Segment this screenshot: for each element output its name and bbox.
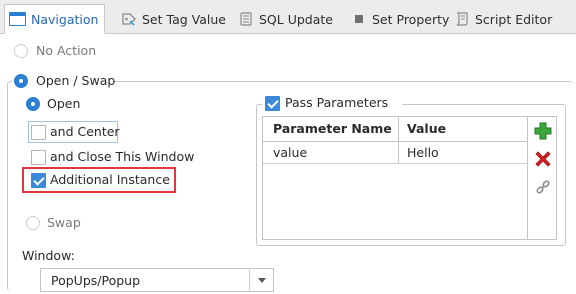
property-icon xyxy=(351,11,367,27)
open-radio[interactable] xyxy=(26,97,40,111)
tab-set-tag-value[interactable]: Set Tag Value xyxy=(121,4,226,34)
chevron-down-icon[interactable] xyxy=(249,269,273,291)
database-icon xyxy=(238,11,254,27)
and-center-label: and Center xyxy=(50,124,120,139)
tab-label: Navigation xyxy=(31,11,99,27)
tab-label: Script Editor xyxy=(475,11,553,27)
window-label: Window: xyxy=(22,248,75,263)
script-icon xyxy=(454,11,470,27)
link-icon[interactable] xyxy=(534,178,552,196)
open-swap-radio[interactable] xyxy=(14,74,28,88)
window-select-value: PopUps/Popup xyxy=(51,273,141,288)
navigation-icon xyxy=(9,12,26,26)
tab-sql-update[interactable]: SQL Update xyxy=(238,4,333,34)
parameter-actions xyxy=(528,116,557,240)
and-close-checkbox[interactable] xyxy=(31,150,46,165)
tab-set-property[interactable]: Set Property xyxy=(351,4,449,34)
tab-label: Set Tag Value xyxy=(142,11,226,27)
tab-label: Set Property xyxy=(372,11,450,27)
open-swap-label: Open / Swap xyxy=(36,73,116,88)
no-action-label: No Action xyxy=(36,43,97,58)
swap-label: Swap xyxy=(47,215,81,230)
add-icon[interactable] xyxy=(534,122,552,140)
tab-script-editor[interactable]: Script Editor xyxy=(454,4,552,34)
swap-radio[interactable] xyxy=(26,216,40,230)
open-label: Open xyxy=(47,96,81,111)
table-row[interactable]: value Hello xyxy=(263,142,527,164)
and-close-label: and Close This Window xyxy=(50,149,195,164)
column-header-value[interactable]: Value xyxy=(407,121,446,136)
tab-navigation[interactable]: Navigation xyxy=(4,4,106,34)
tab-strip: Navigation Set Tag Value SQL Update Set … xyxy=(0,0,576,34)
window-select[interactable]: PopUps/Popup xyxy=(40,268,274,292)
additional-instance-checkbox[interactable] xyxy=(31,173,46,188)
delete-icon[interactable] xyxy=(534,150,552,168)
tag-icon xyxy=(121,11,137,27)
param-value-cell[interactable]: Hello xyxy=(407,145,439,160)
table-header: Parameter Name Value xyxy=(263,117,527,142)
pass-parameters-title: Pass Parameters xyxy=(285,95,389,110)
parameters-table: Parameter Name Value value Hello xyxy=(262,116,528,240)
column-header-name[interactable]: Parameter Name xyxy=(273,121,392,136)
no-action-radio[interactable] xyxy=(14,44,28,58)
pass-parameters-checkbox[interactable] xyxy=(265,96,280,111)
additional-instance-label: Additional Instance xyxy=(50,172,170,187)
param-name-cell[interactable]: value xyxy=(273,145,307,160)
and-center-checkbox[interactable] xyxy=(31,125,46,140)
tab-label: SQL Update xyxy=(259,11,333,27)
